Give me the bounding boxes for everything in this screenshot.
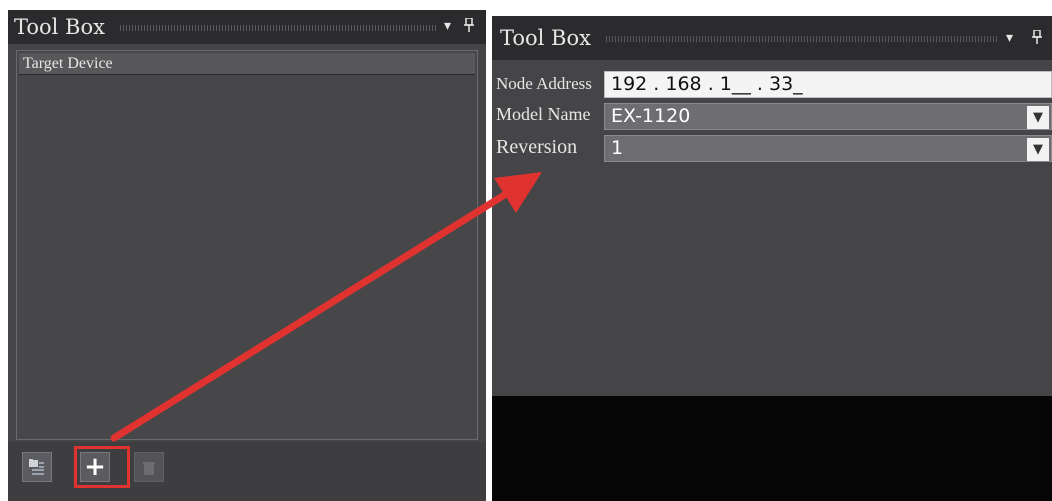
- folder-tree-icon: [29, 459, 44, 475]
- dropdown-icon[interactable]: ▾: [444, 18, 451, 34]
- node-address-field[interactable]: 192 . 168 . 1__ . 33_: [604, 71, 1052, 98]
- reversion-value: 1: [611, 137, 624, 159]
- delete-button[interactable]: [134, 452, 164, 482]
- node-address-value: 192 . 168 . 1__ . 33_: [611, 73, 803, 95]
- titlebar-grip: [606, 36, 998, 42]
- reversion-select[interactable]: 1 ▼: [604, 135, 1052, 162]
- left-toolbox-panel: Tool Box ▾ Target Device +: [8, 10, 486, 501]
- model-name-row: Model Name EX-1120 ▼: [492, 102, 1052, 132]
- right-panel-empty-area: [492, 396, 1052, 501]
- trash-icon: [143, 462, 155, 475]
- right-toolbox-panel: Tool Box ▾ Node Address 192 . 168 . 1__ …: [492, 16, 1052, 396]
- left-toolbox-title: Tool Box: [14, 15, 105, 39]
- chevron-down-icon[interactable]: ▼: [1027, 138, 1049, 161]
- model-name-label: Model Name: [496, 104, 591, 124]
- dropdown-icon[interactable]: ▾: [1006, 30, 1013, 46]
- model-name-select[interactable]: EX-1120 ▼: [604, 103, 1052, 130]
- left-toolbox-titlebar: Tool Box ▾: [8, 10, 486, 44]
- add-button-highlight: [74, 446, 130, 488]
- right-toolbox-titlebar: Tool Box ▾: [492, 16, 1052, 60]
- node-address-label: Node Address: [496, 74, 592, 93]
- titlebar-grip: [120, 25, 436, 31]
- pin-icon[interactable]: [1032, 29, 1042, 48]
- right-toolbox-title: Tool Box: [500, 26, 591, 50]
- model-name-value: EX-1120: [611, 105, 691, 127]
- node-address-row: Node Address 192 . 168 . 1__ . 33_: [492, 70, 1052, 100]
- reversion-row: Reversion 1 ▼: [492, 134, 1052, 164]
- reversion-label: Reversion: [496, 136, 578, 158]
- target-device-list[interactable]: Target Device: [16, 50, 478, 440]
- chevron-down-icon[interactable]: ▼: [1027, 106, 1049, 129]
- pin-icon[interactable]: [464, 17, 474, 36]
- folder-tree-button[interactable]: [22, 452, 52, 482]
- list-item[interactable]: Target Device: [19, 53, 475, 75]
